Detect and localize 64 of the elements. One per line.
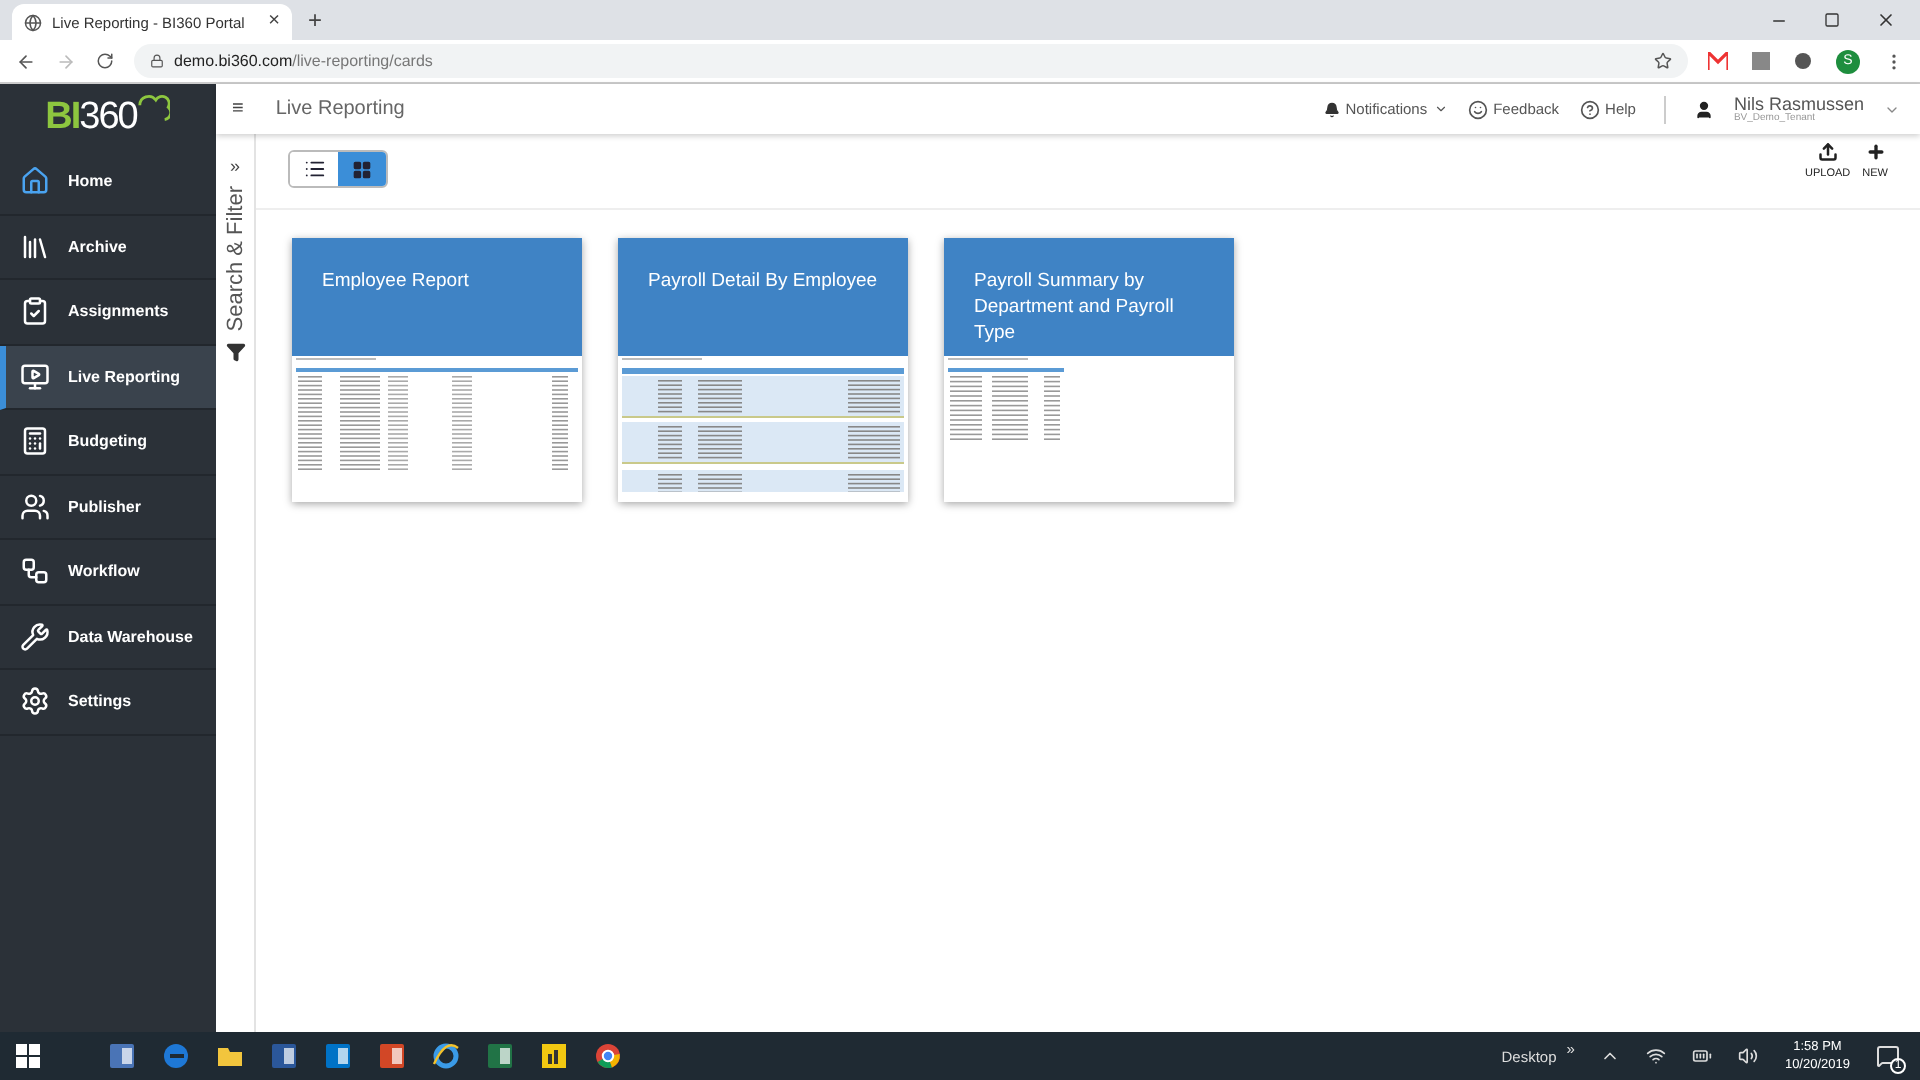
- tools-icon: [20, 621, 50, 652]
- powerpoint-icon[interactable]: [378, 1042, 406, 1070]
- settings-icon: [20, 686, 50, 717]
- url-text: demo.bi360.com/live-reporting/cards: [174, 52, 433, 70]
- network-icon[interactable]: [1646, 1046, 1667, 1066]
- logo: BI360: [45, 95, 137, 139]
- excel-icon[interactable]: [486, 1042, 514, 1070]
- smiley-icon: [1467, 99, 1488, 119]
- chrome-icon[interactable]: [594, 1042, 622, 1070]
- filter-icon[interactable]: [225, 341, 245, 362]
- menu-button[interactable]: ≡: [232, 99, 244, 119]
- sidebar-item[interactable]: Workflow: [0, 540, 216, 605]
- bell-icon: [1323, 101, 1340, 117]
- report-thumbnail-drawing: [944, 356, 1068, 446]
- grid-icon: [352, 159, 372, 179]
- volume-icon[interactable]: [1738, 1046, 1759, 1066]
- outlook-icon[interactable]: [324, 1042, 352, 1070]
- sidebar-item[interactable]: Budgeting: [0, 410, 216, 475]
- report-card[interactable]: Employee Report: [292, 238, 582, 502]
- user-name[interactable]: Nils Rasmussen: [1733, 95, 1864, 113]
- user-icon: [1693, 99, 1714, 119]
- sidebar-item[interactable]: Data Warehouse: [0, 605, 216, 670]
- word-icon[interactable]: [270, 1042, 298, 1070]
- clipboard-icon: [20, 296, 50, 327]
- windows-start-icon[interactable]: [16, 1044, 40, 1068]
- app-icon[interactable]: [108, 1042, 136, 1070]
- page-title: Live Reporting: [275, 98, 405, 120]
- folder-icon[interactable]: [216, 1042, 244, 1070]
- upload-icon: [1817, 142, 1838, 162]
- sidebar-item[interactable]: Settings: [0, 670, 216, 735]
- home-icon: [20, 166, 50, 197]
- help-icon: [1579, 99, 1600, 119]
- presentation-icon: [20, 361, 50, 392]
- card-title: Employee Report: [292, 238, 582, 356]
- cloud-icon: [138, 93, 171, 121]
- workflow-icon: [20, 556, 50, 587]
- restore-icon[interactable]: [1824, 12, 1840, 28]
- sidebar-item[interactable]: Home: [0, 150, 216, 215]
- close-tab-button[interactable]: ×: [268, 12, 280, 32]
- notification-center-icon[interactable]: [1876, 1044, 1900, 1068]
- back-icon[interactable]: [16, 51, 36, 71]
- chart-app-icon[interactable]: [540, 1042, 568, 1070]
- globe-icon: [24, 13, 42, 31]
- report-card[interactable]: Payroll Detail By Employee: [618, 238, 908, 502]
- plus-icon: [1865, 142, 1886, 162]
- sidebar-item[interactable]: Archive: [0, 215, 216, 280]
- filter-panel-label[interactable]: Search & Filter: [223, 186, 247, 332]
- bookmark-star-icon[interactable]: [1654, 52, 1672, 70]
- battery-icon[interactable]: [1692, 1046, 1713, 1066]
- reload-icon[interactable]: [96, 52, 114, 70]
- lock-icon: [150, 54, 164, 68]
- chevron-down-icon: [1433, 102, 1448, 116]
- card-title: Payroll Summary by Department and Payroll Type: [944, 238, 1234, 356]
- grid-view-button[interactable]: [338, 152, 386, 186]
- report-card[interactable]: Payroll Summary by Department and Payroll Type: [944, 238, 1234, 502]
- address-field[interactable]: demo.bi360.com/live-reporting/cards: [134, 44, 1688, 78]
- people-icon: [20, 491, 50, 522]
- sidebar-item[interactable]: Publisher: [0, 475, 216, 540]
- sidebar-item[interactable]: Live Reporting: [0, 345, 216, 410]
- close-icon[interactable]: [1876, 10, 1896, 30]
- new-tab-button[interactable]: +: [308, 8, 323, 32]
- expand-filter-button[interactable]: »: [229, 158, 240, 176]
- card-title: Payroll Detail By Employee: [618, 238, 908, 356]
- calculator-icon: [20, 426, 50, 457]
